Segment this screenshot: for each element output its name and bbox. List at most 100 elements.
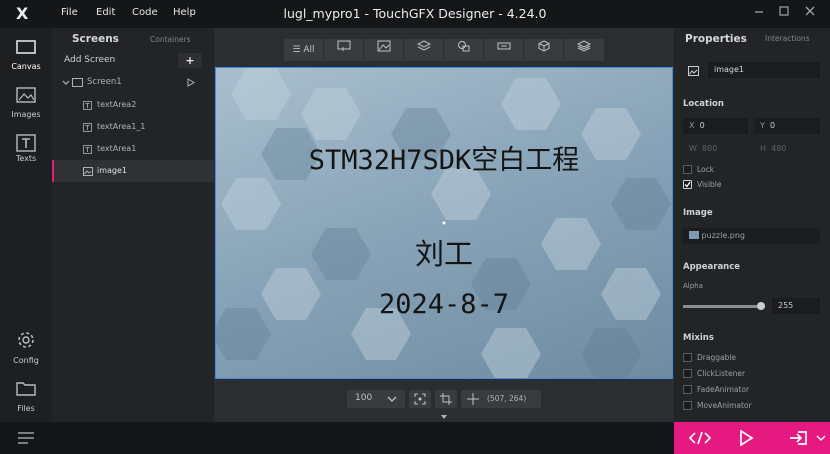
canvas-text-date[interactable]: 2024-8-7 bbox=[216, 289, 672, 320]
texts-icon bbox=[16, 134, 36, 152]
fit-screen-button[interactable] bbox=[409, 390, 431, 408]
tab-properties[interactable]: Properties bbox=[685, 33, 747, 45]
shapes-icon bbox=[457, 41, 469, 52]
x-field[interactable]: X 0 bbox=[683, 118, 748, 134]
text-widget-icon bbox=[83, 123, 92, 132]
left-toolbar: Canvas Images Texts Config Files bbox=[0, 28, 52, 422]
mixin-label: Draggable bbox=[697, 353, 737, 362]
screen-name: Screen1 bbox=[87, 77, 122, 87]
mixin-label: MoveAnimator bbox=[697, 401, 752, 410]
nav-images-label: Images bbox=[11, 110, 41, 119]
tab-containers[interactable]: Containers bbox=[150, 35, 191, 44]
close-icon[interactable] bbox=[799, 3, 821, 23]
widget-row[interactable]: textArea1 bbox=[52, 138, 214, 160]
image-file-field[interactable]: puzzle.png bbox=[683, 228, 820, 244]
run-simulator-icon[interactable] bbox=[738, 430, 754, 446]
alpha-value-field[interactable]: 255 bbox=[772, 298, 820, 314]
image-icon bbox=[377, 40, 390, 52]
nav-texts[interactable]: Texts bbox=[0, 132, 52, 180]
title-bar: X File Edit Code Help lugl_mypro1 - Touc… bbox=[0, 0, 830, 28]
nav-config-label: Config bbox=[13, 356, 39, 365]
nav-config[interactable]: Config bbox=[0, 328, 52, 376]
touch-screen-icon bbox=[337, 40, 350, 51]
collapse-arrow-icon[interactable] bbox=[441, 415, 447, 419]
nav-texts-label: Texts bbox=[15, 154, 37, 163]
widget-name: textArea1 bbox=[97, 144, 137, 153]
widget-row[interactable]: textArea2 bbox=[52, 94, 214, 116]
filter-screen-button[interactable] bbox=[324, 39, 364, 61]
lock-checkbox[interactable] bbox=[683, 165, 692, 174]
canvas-text-name[interactable]: 刘工 bbox=[216, 231, 672, 273]
screen-row[interactable]: Screen1 bbox=[52, 72, 214, 94]
text-widget-icon bbox=[83, 145, 92, 154]
alpha-slider-track[interactable] bbox=[683, 302, 765, 310]
zoom-select[interactable]: 100 bbox=[347, 390, 405, 408]
filter-all-button[interactable]: ☰ All bbox=[284, 39, 324, 61]
canvas-icon bbox=[16, 40, 36, 54]
canvas-filter-toolbar: ☰ All bbox=[284, 39, 604, 61]
filter-image-button[interactable] bbox=[364, 39, 404, 61]
widget-row-selected[interactable]: image1 bbox=[52, 160, 214, 182]
widget-row[interactable]: textArea1_1 bbox=[52, 116, 214, 138]
mixin-checkbox[interactable] bbox=[683, 401, 692, 410]
minimize-icon[interactable] bbox=[748, 3, 770, 23]
fit-icon bbox=[414, 393, 426, 405]
nav-canvas[interactable]: Canvas bbox=[0, 34, 52, 82]
maximize-icon[interactable] bbox=[773, 3, 795, 23]
mixin-checkbox[interactable] bbox=[683, 369, 692, 378]
move-icon bbox=[467, 393, 479, 405]
mixins-section-title: Mixins bbox=[683, 333, 714, 343]
alpha-slider-thumb[interactable] bbox=[757, 302, 765, 310]
chevron-down-icon[interactable] bbox=[62, 79, 70, 87]
run-target-icon[interactable] bbox=[788, 430, 808, 446]
h-label: H bbox=[760, 144, 767, 153]
mixin-checkbox[interactable] bbox=[683, 385, 692, 394]
w-value: 800 bbox=[702, 144, 718, 153]
lock-label: Lock bbox=[697, 165, 715, 174]
nav-files[interactable]: Files bbox=[0, 376, 52, 424]
filter-button-widgets[interactable] bbox=[484, 39, 524, 61]
image-widget-icon bbox=[83, 167, 93, 176]
mixin-label: ClickListener bbox=[697, 369, 746, 378]
properties-panel: Properties Interactions image1 Location … bbox=[674, 28, 830, 422]
text-widget-icon bbox=[83, 101, 92, 110]
tab-interactions[interactable]: Interactions bbox=[765, 34, 810, 43]
image-file-name: puzzle.png bbox=[701, 231, 746, 240]
h-field: H 480 bbox=[754, 141, 820, 157]
generate-code-icon[interactable] bbox=[688, 430, 712, 446]
visible-checkbox[interactable] bbox=[683, 180, 692, 189]
screens-panel: Screens Containers Add Screen + Screen1 … bbox=[52, 28, 214, 422]
filter-shapes-button[interactable] bbox=[444, 39, 484, 61]
chevron-down-icon[interactable] bbox=[816, 434, 826, 442]
hamburger-menu-icon[interactable] bbox=[17, 432, 35, 444]
y-field[interactable]: Y 0 bbox=[754, 118, 820, 134]
list-icon: ☰ bbox=[292, 45, 301, 55]
image-widget-preview[interactable]: STM32H7SDK空白工程 刘工 2024-8-7 bbox=[215, 67, 673, 379]
filter-stack-button[interactable] bbox=[564, 39, 604, 61]
zoom-value: 100 bbox=[355, 393, 373, 403]
filter-layers-button[interactable] bbox=[404, 39, 444, 61]
add-screen-label[interactable]: Add Screen bbox=[64, 55, 115, 65]
layers-icon bbox=[416, 40, 431, 51]
add-screen-button[interactable]: + bbox=[178, 53, 202, 68]
widget-name: textArea1_1 bbox=[97, 122, 146, 131]
hexagon-background bbox=[216, 68, 671, 378]
mixin-checkbox[interactable] bbox=[683, 353, 692, 362]
window-title: lugl_mypro1 - TouchGFX Designer - 4.24.0 bbox=[283, 6, 547, 21]
tab-screens[interactable]: Screens bbox=[72, 33, 119, 45]
alpha-label: Alpha bbox=[683, 282, 703, 290]
cube-icon bbox=[538, 40, 549, 52]
appearance-section-title: Appearance bbox=[683, 262, 741, 272]
widget-name-field[interactable]: image1 bbox=[708, 62, 820, 78]
canvas-bottom-toolbar: 100 (507, 264) bbox=[347, 390, 541, 408]
play-icon[interactable] bbox=[187, 78, 195, 87]
crop-button[interactable] bbox=[435, 390, 457, 408]
chevron-down-icon bbox=[387, 396, 397, 402]
canvas-text-title[interactable]: STM32H7SDK空白工程 bbox=[216, 138, 672, 177]
h-value: 480 bbox=[771, 144, 787, 153]
filter-3d-button[interactable] bbox=[524, 39, 564, 61]
gear-icon bbox=[18, 332, 34, 348]
image-thumbnail-icon bbox=[689, 231, 699, 239]
image-icon bbox=[688, 66, 699, 76]
nav-images[interactable]: Images bbox=[0, 82, 52, 130]
